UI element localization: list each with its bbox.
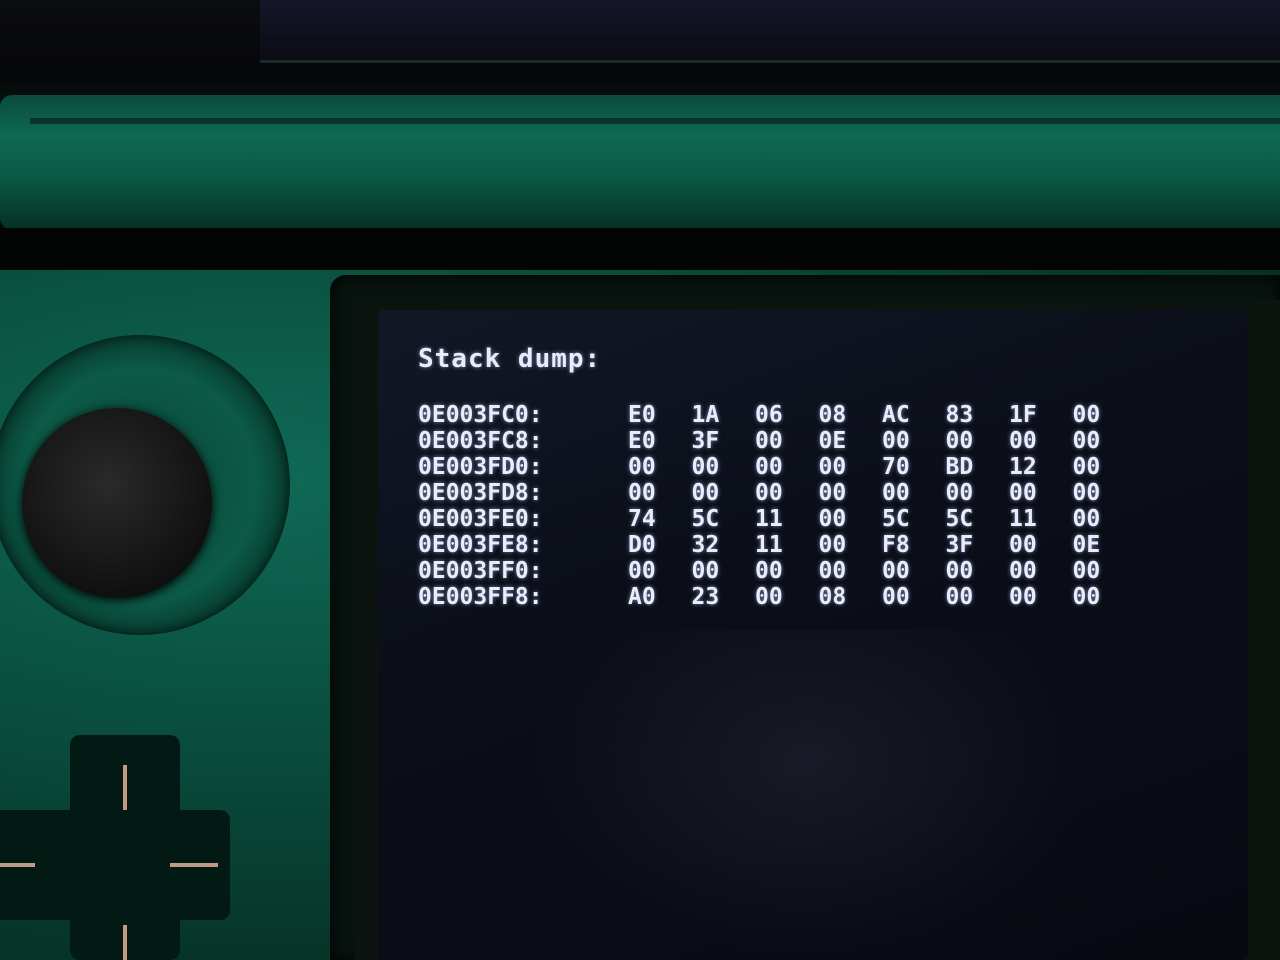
dump-byte: 00: [1009, 584, 1037, 610]
dump-row: 0E003FF0: 00 00 00 00 00 00 00 00: [418, 558, 1136, 584]
dump-byte: 00: [691, 558, 720, 584]
dump-byte: 00: [755, 584, 783, 610]
dump-row: 0E003FE0: 74 5C 11 00 5C 5C 11 00: [418, 506, 1136, 532]
lower-screen: Stack dump: 0E003FC0: E0 1A 06 08 AC 83 1F 00 0E0…: [378, 310, 1248, 960]
dump-byte: AC: [882, 402, 910, 428]
upper-screen-edge: [260, 0, 1280, 63]
dump-byte: 00: [882, 480, 910, 506]
dpad-down-mark[interactable]: [123, 925, 127, 960]
dump-byte: 00: [945, 584, 974, 610]
dump-byte: 00: [755, 454, 783, 480]
dump-byte: 00: [818, 532, 847, 558]
dump-byte: 00: [818, 480, 847, 506]
dump-byte: 00: [818, 558, 847, 584]
dump-byte: 74: [628, 506, 656, 532]
dump-byte: D0: [628, 532, 656, 558]
dump-byte: 5C: [691, 506, 720, 532]
dump-byte: 0E: [818, 428, 847, 454]
dump-byte: 00: [1009, 480, 1037, 506]
dump-byte: 11: [755, 506, 783, 532]
dump-byte: 5C: [945, 506, 974, 532]
dump-byte: 06: [755, 402, 783, 428]
dump-byte: 00: [818, 506, 847, 532]
dump-byte: 00: [628, 454, 656, 480]
dump-byte: 11: [755, 532, 783, 558]
dump-byte: 08: [818, 584, 847, 610]
stack-dump-terminal: Stack dump: 0E003FC0: E0 1A 06 08 AC 83 1F 00 0E0…: [418, 344, 1136, 610]
dump-byte: 00: [755, 428, 783, 454]
dump-byte: 00: [882, 584, 910, 610]
device-photo: Stack dump: 0E003FC0: E0 1A 06 08 AC 83 1F 00 0E0…: [0, 0, 1280, 960]
dump-row: 0E003FE8: D0 32 11 00 F8 3F 00 0E: [418, 532, 1136, 558]
dump-byte: 1A: [691, 402, 720, 428]
dump-byte: BD: [945, 454, 974, 480]
dump-byte: 00: [882, 558, 910, 584]
dump-byte: 3F: [945, 532, 974, 558]
dump-byte: 83: [945, 402, 974, 428]
dump-byte: 23: [691, 584, 720, 610]
dump-byte: 00: [755, 558, 783, 584]
hinge-seam: [30, 118, 1280, 124]
stack-dump-title: Stack dump:: [418, 344, 602, 374]
dump-byte: 00: [1009, 428, 1037, 454]
dump-byte: E0: [628, 428, 656, 454]
dump-byte: 00: [1072, 506, 1101, 532]
dump-byte: 3F: [691, 428, 720, 454]
dump-byte: 32: [691, 532, 720, 558]
dump-byte: 00: [945, 480, 974, 506]
dpad-icon[interactable]: [0, 735, 230, 960]
dump-byte: A0: [628, 584, 656, 610]
dpad-right-mark[interactable]: [170, 863, 218, 867]
dump-row: 0E003FD0: 00 00 00 00 70 BD 12 00: [418, 454, 1136, 480]
dump-row: 0E003FF8: A0 23 00 08 00 00 00 00: [418, 584, 1136, 610]
dump-byte: F8: [882, 532, 910, 558]
dump-address: 0E003FD0:: [418, 454, 543, 480]
dump-byte: 00: [1072, 402, 1101, 428]
dpad-left-mark[interactable]: [0, 863, 35, 867]
circle-pad-icon[interactable]: [22, 408, 212, 598]
dump-byte: E0: [628, 402, 656, 428]
dump-byte: 00: [691, 480, 720, 506]
dump-row: 0E003FC8: E0 3F 00 0E 00 00 00 00: [418, 428, 1136, 454]
dump-byte: 70: [882, 454, 910, 480]
dump-address: 0E003FE8:: [418, 532, 543, 558]
stack-dump-rows: 0E003FC0: E0 1A 06 08 AC 83 1F 00 0E003FC8: E0 3F 00…: [418, 402, 1136, 610]
dump-byte: 00: [1072, 584, 1101, 610]
dump-byte: 00: [628, 558, 656, 584]
dump-byte: 00: [628, 480, 656, 506]
hinge-bar: [0, 95, 1280, 230]
dump-byte: 00: [818, 454, 847, 480]
dump-byte: 12: [1009, 454, 1037, 480]
dump-byte: 0E: [1072, 532, 1101, 558]
dump-byte: 00: [1072, 558, 1101, 584]
dump-byte: 00: [882, 428, 910, 454]
dump-byte: 11: [1009, 506, 1037, 532]
dump-address: 0E003FC8:: [418, 428, 543, 454]
dump-address: 0E003FC0:: [418, 402, 543, 428]
dump-byte: 5C: [882, 506, 910, 532]
dump-byte: 00: [691, 454, 720, 480]
dump-byte: 1F: [1009, 402, 1037, 428]
dump-byte: 00: [945, 558, 974, 584]
dump-byte: 00: [1009, 532, 1037, 558]
dump-byte: 00: [1009, 558, 1037, 584]
dump-byte: 00: [1072, 454, 1101, 480]
dump-row: 0E003FC0: E0 1A 06 08 AC 83 1F 00: [418, 402, 1136, 428]
screen-glare: [528, 630, 1088, 960]
dump-address: 0E003FD8:: [418, 480, 543, 506]
dump-byte: 00: [755, 480, 783, 506]
dump-address: 0E003FE0:: [418, 506, 543, 532]
dump-row: 0E003FD8: 00 00 00 00 00 00 00 00: [418, 480, 1136, 506]
dump-byte: 00: [945, 428, 974, 454]
dump-byte: 00: [1072, 428, 1101, 454]
dpad-up-mark[interactable]: [123, 765, 127, 810]
dump-byte: 08: [818, 402, 847, 428]
dump-address: 0E003FF8:: [418, 584, 543, 610]
dump-byte: 00: [1072, 480, 1101, 506]
dump-address: 0E003FF0:: [418, 558, 543, 584]
